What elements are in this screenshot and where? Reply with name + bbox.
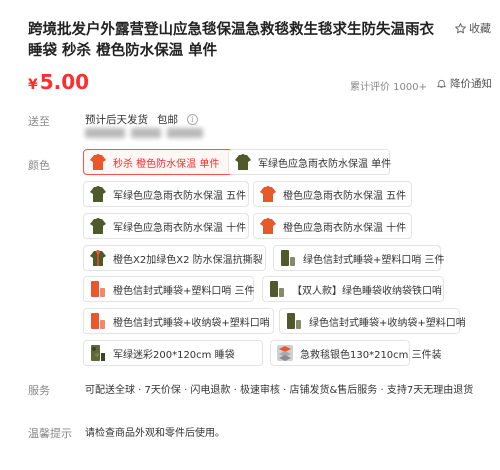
- color-option-label: 军绿色应急雨衣防水保温 五件: [113, 190, 247, 202]
- product-thumbnail: [275, 343, 295, 363]
- color-option[interactable]: 橙色应急雨衣防水保温 五件: [253, 181, 412, 207]
- product-thumbnail: [258, 216, 278, 236]
- color-option[interactable]: 绿色信封式睡袋+收纳袋+塑料口哨: [279, 308, 466, 334]
- color-option[interactable]: 橙色应急雨衣防水保温 十件: [253, 213, 412, 239]
- info-icon[interactable]: i: [187, 114, 198, 125]
- services-label: 服务: [28, 384, 50, 397]
- product-title: 跨境批发户外露营登山应急毯保温急救毯救生毯求生防失温雨衣睡袋 秒杀 橙色防水保温…: [28, 22, 434, 59]
- shipping-eta: 预计后天发货: [85, 114, 148, 126]
- product-thumbnail: [88, 184, 108, 204]
- color-option[interactable]: 军绿色应急雨衣防水保温 五件: [83, 181, 249, 207]
- color-option-label: 橙色应急雨衣防水保温 十件: [283, 222, 407, 234]
- free-shipping: 包邮: [157, 114, 178, 126]
- bell-icon: [436, 79, 447, 89]
- product-thumbnail: [278, 248, 298, 268]
- color-option[interactable]: 【双人款】绿色睡袋收纳袋铁口哨: [262, 276, 444, 302]
- tips-text: 请检查商品外观和零件后使用。: [85, 428, 225, 439]
- color-option-label: 橙色信封式睡袋+收纳袋+塑料口哨: [113, 317, 270, 329]
- services-text: 可配送全球 · 7天价保 · 闪电退款 · 极速审核 · 店铺发货&售后服务 ·…: [85, 385, 474, 396]
- tips-label: 温馨提示: [28, 427, 72, 440]
- color-option[interactable]: 军绿色应急雨衣防水保温 单件: [228, 149, 392, 175]
- price-drop-notify-button[interactable]: 降价通知: [436, 76, 492, 91]
- color-option-label: 秒杀 橙色防水保温 单件: [113, 158, 220, 170]
- review-count[interactable]: 累计评价 1000+: [350, 78, 427, 93]
- price: ¥ 5.00: [28, 70, 89, 94]
- product-thumbnail: [88, 248, 108, 268]
- shipping-label: 送至: [28, 115, 50, 128]
- color-option[interactable]: 秒杀 橙色防水保温 单件: [83, 149, 250, 175]
- color-option-label: 急救毯银色130*210cm 三件装: [300, 349, 442, 361]
- color-label: 颜色: [28, 159, 50, 172]
- color-option[interactable]: 军绿色应急雨衣防水保温 十件: [83, 213, 249, 239]
- color-option[interactable]: 橙色信封式睡袋+塑料口哨 三件: [83, 276, 255, 302]
- favorite-button[interactable]: 收藏: [454, 20, 491, 36]
- product-thumbnail: [88, 152, 108, 172]
- favorite-label: 收藏: [469, 22, 491, 35]
- color-option-label: 绿色信封式睡袋+塑料口哨 三件: [303, 254, 445, 266]
- color-option-label: 【双人款】绿色睡袋收纳袋铁口哨: [292, 285, 442, 297]
- color-option-label: 军绿迷彩200*120cm 睡袋: [113, 349, 235, 361]
- product-thumbnail: [88, 343, 108, 363]
- color-option[interactable]: 急救毯银色130*210cm 三件装: [270, 340, 442, 366]
- color-option-label: 橙色X2加绿色X2 防水保温抗撕裂: [113, 254, 263, 266]
- product-thumbnail: [88, 311, 108, 331]
- price-row: ¥ 5.00 累计评价 1000+ 降价通知: [28, 70, 498, 96]
- color-option[interactable]: 绿色信封式睡袋+塑料口哨 三件: [273, 245, 445, 271]
- shipping-info: 预计后天发货 包邮 i: [85, 112, 198, 127]
- product-thumbnail: [258, 184, 278, 204]
- color-option-label: 绿色信封式睡袋+收纳袋+塑料口哨: [309, 317, 466, 329]
- color-option[interactable]: 橙色信封式睡袋+收纳袋+塑料口哨: [83, 308, 274, 334]
- product-thumbnail: [88, 279, 108, 299]
- price-amount: 5.00: [39, 70, 90, 94]
- product-thumbnail: [267, 279, 287, 299]
- product-thumbnail: [284, 311, 304, 331]
- product-thumbnail: [88, 216, 108, 236]
- color-option-label: 橙色信封式睡袋+塑料口哨 三件: [113, 285, 255, 297]
- shipping-address-blurred[interactable]: [85, 126, 205, 140]
- product-thumbnail: [233, 152, 253, 172]
- color-option-label: 军绿色应急雨衣防水保温 十件: [113, 222, 247, 234]
- color-option[interactable]: 军绿迷彩200*120cm 睡袋: [83, 340, 263, 366]
- price-currency: ¥: [28, 77, 38, 93]
- color-option[interactable]: 橙色X2加绿色X2 防水保温抗撕裂: [83, 245, 266, 271]
- color-option-label: 橙色应急雨衣防水保温 五件: [283, 190, 407, 202]
- notify-label: 降价通知: [450, 78, 492, 90]
- star-icon: [455, 22, 466, 33]
- color-option-label: 军绿色应急雨衣防水保温 单件: [258, 158, 392, 170]
